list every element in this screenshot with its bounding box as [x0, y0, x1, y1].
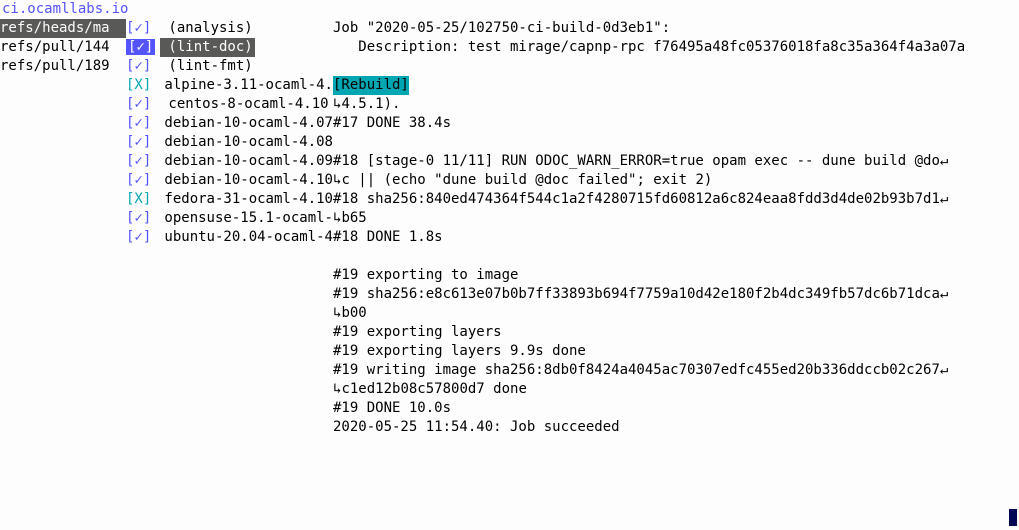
log-line: ↳c1ed12b08c57800d7 done: [333, 380, 1019, 399]
status-badge: [✓]: [126, 171, 156, 190]
log-line: ↳c || (echo "dune build @doc failed"; ex…: [333, 171, 1019, 190]
wrap-cont-icon: ↳: [333, 210, 341, 226]
log-line: [333, 133, 1019, 152]
log-line: #18 [stage-0 11/11] RUN ODOC_WARN_ERROR=…: [333, 152, 1019, 171]
job-item[interactable]: [✓] debian-10-ocaml-4.08: [126, 133, 333, 152]
job-item[interactable]: [✓] opensuse-15.1-ocaml-: [126, 209, 333, 228]
status-badge: [✓]: [126, 209, 156, 228]
status-badge: [✓]: [126, 114, 156, 133]
log-line: #19 exporting layers: [333, 323, 1019, 342]
job-name: (lint-fmt): [160, 57, 253, 76]
job-name: debian-10-ocaml-4.07: [156, 114, 333, 133]
refs-column: refs/heads/marefs/pull/144refs/pull/189: [0, 19, 126, 76]
log-line: #19 DONE 10.0s: [333, 399, 1019, 418]
job-item[interactable]: [✓] (analysis): [126, 19, 333, 38]
status-badge: [X]: [126, 190, 156, 209]
header-url: ci.ocamllabs.io: [0, 0, 1019, 19]
jobs-column: [✓] (analysis)[✓] (lint-doc)[✓] (lint-fm…: [126, 19, 333, 247]
status-badge: [✓]: [126, 57, 160, 76]
log-line: #17 DONE 38.4s: [333, 114, 1019, 133]
status-badge: [✓]: [126, 95, 160, 114]
job-name: (analysis): [160, 19, 253, 38]
job-item[interactable]: [✓] debian-10-ocaml-4.10: [126, 171, 333, 190]
wrap-arrow-icon: ↵: [940, 191, 948, 207]
log-line: ↳b65: [333, 209, 1019, 228]
job-item[interactable]: [✓] centos-8-ocaml-4.10: [126, 95, 333, 114]
status-badge: [✓]: [126, 39, 155, 55]
wrap-cont-icon: ↳: [333, 381, 341, 397]
log-line: #19 exporting to image: [333, 266, 1019, 285]
job-item[interactable]: [✓] debian-10-ocaml-4.09: [126, 152, 333, 171]
wrap-arrow-icon: ↵: [940, 362, 948, 378]
log-line: #19 sha256:e8c613e07b0b7ff33893b694f7759…: [333, 285, 1019, 304]
job-name: (lint-doc): [160, 38, 255, 57]
job-name: debian-10-ocaml-4.08: [156, 133, 333, 152]
wrap-arrow-icon: ↵: [940, 153, 948, 169]
status-badge: [X]: [126, 76, 156, 95]
ref-item[interactable]: refs/pull/189: [0, 57, 126, 76]
job-name: debian-10-ocaml-4.09: [156, 152, 333, 171]
rebuild-button[interactable]: [Rebuild]: [333, 76, 409, 95]
wrap-cont-icon: ↳: [333, 172, 341, 188]
log-line: [333, 57, 1019, 76]
job-item[interactable]: [✓] (lint-fmt): [126, 57, 333, 76]
ref-item[interactable]: refs/heads/ma: [0, 19, 126, 38]
terminal-cursor: [1009, 509, 1017, 526]
log-line: #19 exporting layers 9.9s done: [333, 342, 1019, 361]
log-line: #18 DONE 1.8s: [333, 228, 1019, 247]
log-line: ↳b00: [333, 304, 1019, 323]
job-item[interactable]: [X] alpine-3.11-ocaml-4.: [126, 76, 333, 95]
job-name: debian-10-ocaml-4.10: [156, 171, 333, 190]
ref-item[interactable]: refs/pull/144: [0, 38, 126, 57]
status-badge: [✓]: [126, 133, 156, 152]
log-line: [Rebuild]: [333, 76, 1019, 95]
job-item[interactable]: [✓] debian-10-ocaml-4.07: [126, 114, 333, 133]
job-item[interactable]: [✓] ubuntu-20.04-ocaml-4: [126, 228, 333, 247]
log-line: ↳4.5.1).: [333, 95, 1019, 114]
job-name: opensuse-15.1-ocaml-: [156, 209, 333, 228]
job-name: ubuntu-20.04-ocaml-4: [156, 228, 333, 247]
log-line: Job "2020-05-25/102750-ci-build-0d3eb1":: [333, 19, 1019, 38]
status-badge: [✓]: [126, 19, 160, 38]
wrap-cont-icon: ↳: [333, 96, 341, 112]
job-item[interactable]: [✓] (lint-doc): [126, 38, 333, 57]
log-line: 2020-05-25 11:54.40: Job succeeded: [333, 418, 1019, 437]
log-column: Job "2020-05-25/102750-ci-build-0d3eb1":…: [333, 19, 1019, 437]
status-badge: [✓]: [126, 228, 156, 247]
log-line: #19 writing image sha256:8db0f8424a4045a…: [333, 361, 1019, 380]
job-name: centos-8-ocaml-4.10: [160, 95, 329, 114]
job-item[interactable]: [X] fedora-31-ocaml-4.10: [126, 190, 333, 209]
log-line: Description: test mirage/capnp-rpc f7649…: [333, 38, 1019, 57]
log-line: #18 sha256:840ed474364f544c1a2f4280715fd…: [333, 190, 1019, 209]
job-name: alpine-3.11-ocaml-4.: [156, 76, 333, 95]
wrap-cont-icon: ↳: [333, 305, 341, 321]
status-badge: [✓]: [126, 152, 156, 171]
wrap-arrow-icon: ↵: [940, 286, 948, 302]
job-name: fedora-31-ocaml-4.10: [156, 190, 333, 209]
log-line: [333, 247, 1019, 266]
